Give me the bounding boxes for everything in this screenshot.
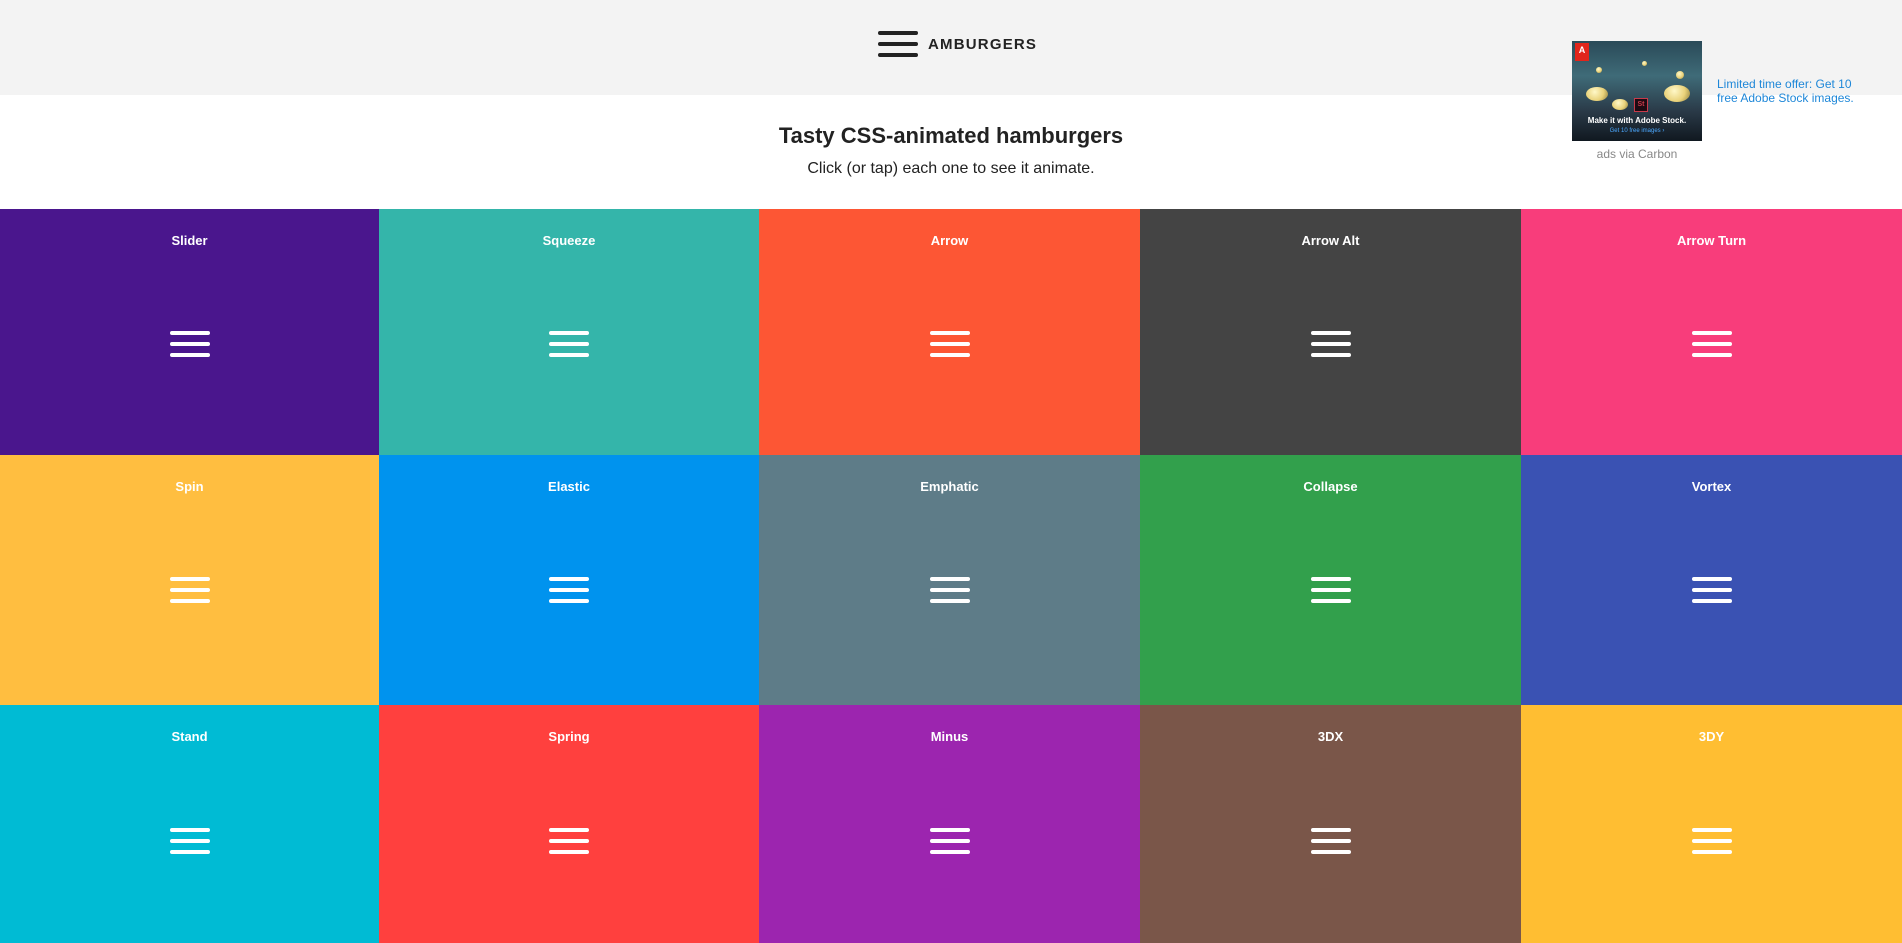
hamburger-tile-vortex[interactable]: Vortex: [1521, 455, 1902, 705]
brand-title: AMBURGERS: [928, 35, 1038, 53]
hamburger-tile-spring[interactable]: Spring: [379, 705, 759, 943]
hamburger-tile-collapse[interactable]: Collapse: [1140, 455, 1521, 705]
hamburger-tile-3dy[interactable]: 3DY: [1521, 705, 1902, 943]
hamburger-icon[interactable]: [1691, 331, 1732, 357]
hamburger-icon[interactable]: [929, 331, 970, 357]
hamburger-tile-stand[interactable]: Stand: [0, 705, 379, 943]
tile-label: Stand: [171, 729, 208, 744]
tile-label: Collapse: [1303, 479, 1358, 494]
hamburger-icon[interactable]: [1310, 577, 1351, 603]
hamburger-tile-slider[interactable]: Slider: [0, 209, 379, 455]
hamburger-icon: [878, 31, 918, 57]
tile-label: Arrow Alt: [1301, 233, 1360, 248]
hamburger-tile-arrow-alt[interactable]: Arrow Alt: [1140, 209, 1521, 455]
tile-label: Emphatic: [920, 479, 979, 494]
adobe-logo-icon: A: [1575, 43, 1589, 61]
hamburger-icon[interactable]: [549, 577, 589, 603]
tile-label: 3DY: [1698, 729, 1725, 744]
tile-label: Vortex: [1691, 479, 1732, 494]
hamburger-tile-arrow[interactable]: Arrow: [759, 209, 1140, 455]
hamburger-icon[interactable]: [1691, 828, 1732, 854]
tile-label: Elastic: [548, 479, 590, 494]
ad-text-link[interactable]: Limited time offer: Get 10 free Adobe St…: [1717, 77, 1867, 105]
tile-label: Arrow: [930, 233, 969, 248]
hamburger-tile-arrow-turn[interactable]: Arrow Turn: [1521, 209, 1902, 455]
hamburger-tile-squeeze[interactable]: Squeeze: [379, 209, 759, 455]
tile-label: Spring: [548, 729, 590, 744]
brand-link[interactable]: AMBURGERS: [878, 31, 1037, 57]
hamburger-tile-emphatic[interactable]: Emphatic: [759, 455, 1140, 705]
tile-label: Slider: [171, 233, 208, 248]
hamburger-icon[interactable]: [549, 828, 589, 854]
hamburger-icon[interactable]: [549, 331, 589, 357]
hamburger-icon[interactable]: [1691, 577, 1732, 603]
hamburger-icon[interactable]: [929, 577, 970, 603]
tile-label: Minus: [930, 729, 969, 744]
hamburger-tile-3dx[interactable]: 3DX: [1140, 705, 1521, 943]
hamburger-icon[interactable]: [169, 331, 210, 357]
hamburger-tile-elastic[interactable]: Elastic: [379, 455, 759, 705]
tile-label: 3DX: [1317, 729, 1344, 744]
hamburger-icon[interactable]: [1310, 828, 1351, 854]
tile-label: Squeeze: [542, 233, 596, 248]
page-title: Tasty CSS-animated hamburgers: [778, 123, 1124, 148]
hamburger-icon[interactable]: [169, 577, 210, 603]
tile-label: Arrow Turn: [1676, 233, 1747, 248]
hamburger-tile-minus[interactable]: Minus: [759, 705, 1140, 943]
hamburger-tile-spin[interactable]: Spin: [0, 455, 379, 705]
tile-label: Spin: [175, 479, 204, 494]
ad-via-label: ads via Carbon: [1596, 147, 1678, 161]
hamburger-icon[interactable]: [1310, 331, 1351, 357]
hamburger-icon[interactable]: [929, 828, 970, 854]
stock-badge-icon: St: [1634, 98, 1648, 112]
page-subtitle: Click (or tap) each one to see it animat…: [807, 160, 1095, 177]
hamburger-icon[interactable]: [169, 828, 210, 854]
